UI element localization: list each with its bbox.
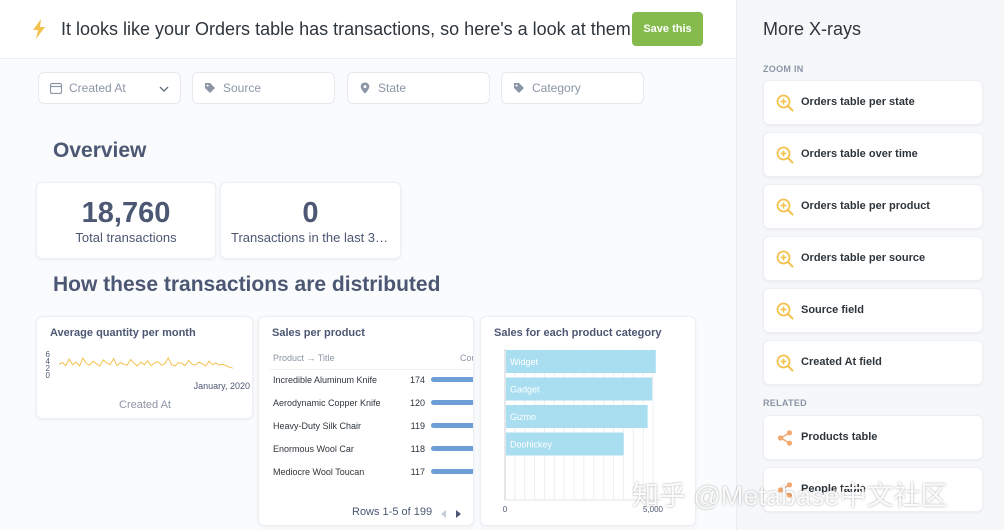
distribution-heading: How these transactions are distributed [53, 273, 441, 296]
product-title-cell: Heavy-Duty Silk Chair [273, 421, 362, 431]
table-card[interactable]: Sales per product Product → Title Count … [258, 316, 474, 526]
overview-heading: Overview [53, 139, 147, 162]
count-cell: 120 [409, 398, 425, 408]
pagination-label: Rows 1-5 of 199 [352, 506, 433, 518]
tag-icon [205, 83, 215, 93]
zoom-in-item[interactable]: Orders table per source [763, 236, 983, 281]
bar-category-label: Gadget [510, 385, 540, 395]
product-title-cell: Incredible Aluminum Knife [273, 375, 378, 385]
line-chart: 6420 January, 2020 Created At [46, 350, 250, 411]
filter-category[interactable]: Category [501, 72, 644, 104]
zoom-in-icon [776, 302, 794, 320]
stat-value: 18,760 [81, 197, 171, 229]
zoom-in-item[interactable]: Created At field [763, 340, 983, 385]
product-title-cell: Aerodynamic Copper Knife [273, 398, 381, 408]
location-pin-icon [360, 82, 370, 94]
count-bar [431, 469, 473, 474]
count-cell: 174 [409, 375, 425, 385]
x-tick-label: January, 2020 [194, 381, 250, 391]
page-title: It looks like your Orders table has tran… [61, 19, 631, 39]
filter-label: Created At [69, 81, 126, 95]
product-title-cell: Mediocre Wool Toucan [273, 467, 365, 477]
sidebar-title: More X-rays [763, 19, 862, 39]
count-bar [431, 377, 473, 382]
related-item-label: Products table [801, 431, 878, 443]
zoom-in-item[interactable]: Orders table per state [763, 80, 983, 125]
bar-category-label: Widget [510, 357, 539, 367]
filter-label: Category [532, 81, 581, 95]
column-header-count[interactable]: Count [460, 353, 473, 363]
stat-card-total-transactions[interactable]: 18,760 Total transactions [36, 182, 216, 259]
bar-category-label: Doohickey [510, 440, 553, 450]
zoom-in-icon [776, 250, 794, 268]
stat-card-recent-transactions[interactable]: 0 Transactions in the last 30 days [220, 182, 401, 259]
x-axis-label: Created At [119, 399, 171, 411]
filter-label: Source [223, 81, 262, 95]
line-series [58, 356, 234, 369]
count-cell: 118 [410, 444, 425, 454]
section-label-zoom-in: ZOOM IN [763, 64, 804, 74]
tag-icon [514, 83, 524, 93]
line-chart-card[interactable]: Average quantity per month 6420 January,… [36, 316, 253, 419]
filter-created-at[interactable]: Created At [38, 72, 181, 104]
product-title-cell: Enormous Wool Car [273, 444, 354, 454]
count-cell: 119 [410, 421, 425, 431]
stat-value: 0 [302, 197, 319, 229]
table-row[interactable]: Heavy-Duty Silk Chair 119 [259, 416, 473, 439]
lightning-bolt-icon [33, 19, 45, 39]
stat-label: Transactions in the last 30 days [231, 230, 390, 245]
zoom-in-icon [776, 94, 794, 112]
count-bar [431, 400, 473, 405]
zoom-in-item[interactable]: Orders table per product [763, 184, 983, 229]
zoom-in-item-label: Orders table per state [801, 96, 915, 108]
zoom-in-item-label: Created At field [801, 356, 882, 368]
zoom-in-item[interactable]: Source field [763, 288, 983, 333]
table-row[interactable]: Mediocre Wool Toucan 117 [259, 462, 473, 485]
filter-source[interactable]: Source [192, 72, 335, 104]
column-header-title[interactable]: Product → Title [273, 353, 335, 363]
stat-label: Total transactions [75, 230, 177, 245]
section-label-related: RELATED [763, 398, 807, 408]
calendar-icon [50, 82, 62, 94]
next-page-icon[interactable] [456, 510, 461, 518]
table-row[interactable]: Aerodynamic Copper Knife 120 [259, 393, 473, 416]
share-icon [777, 430, 793, 446]
count-bar [431, 446, 473, 451]
x-tick-label: 0 [503, 505, 508, 514]
zoom-in-item[interactable]: Orders table over time [763, 132, 983, 177]
watermark: 知乎 @Metabase中文社区 [632, 481, 948, 511]
filter-state[interactable]: State [347, 72, 490, 104]
zoom-in-item-label: Orders table per product [801, 200, 930, 212]
zoom-in-item-label: Source field [801, 304, 864, 316]
page-header: It looks like your Orders table has tran… [0, 0, 736, 59]
zoom-in-icon [776, 354, 794, 372]
zoom-in-item-label: Orders table over time [801, 148, 918, 160]
zoom-in-icon [776, 198, 794, 216]
zoom-in-icon [776, 146, 794, 164]
count-bar [431, 423, 473, 428]
previous-page-icon[interactable] [441, 510, 446, 518]
zoom-in-item-label: Orders table per source [801, 252, 926, 264]
chevron-down-icon [159, 86, 169, 92]
count-cell: 117 [410, 467, 425, 477]
save-button[interactable]: Save this [632, 12, 703, 46]
filter-label: State [378, 81, 407, 95]
table-row[interactable]: Incredible Aluminum Knife 174 [259, 370, 473, 393]
bar-category-label: Gizmo [510, 412, 536, 422]
card-title: Sales per product [272, 327, 365, 339]
table-row[interactable]: Enormous Wool Car 118 [259, 439, 473, 462]
y-tick-label: 0 [46, 371, 51, 380]
related-item[interactable]: Products table [763, 415, 983, 460]
xray-sidebar: More X-rays ZOOM IN Orders table per sta… [736, 0, 1004, 530]
